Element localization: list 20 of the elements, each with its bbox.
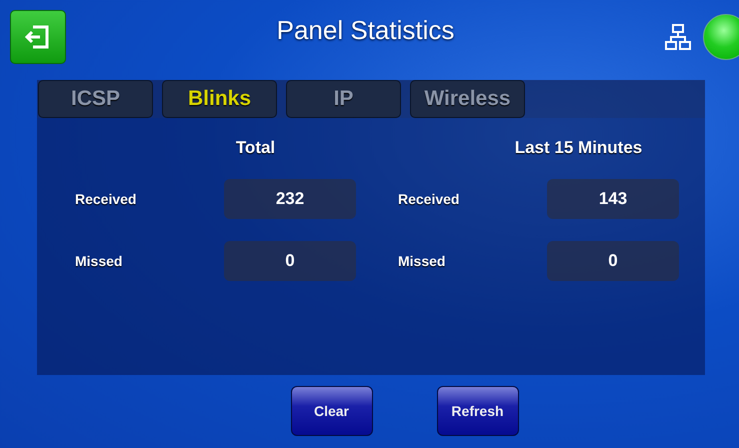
stat-value: 232 bbox=[224, 179, 356, 219]
clear-button[interactable]: Clear bbox=[290, 386, 372, 436]
stat-value: 0 bbox=[547, 241, 679, 281]
stat-value: 0 bbox=[224, 241, 356, 281]
stat-label: Received bbox=[398, 191, 460, 207]
stat-value: 143 bbox=[547, 179, 679, 219]
exit-button[interactable] bbox=[10, 10, 66, 64]
status-light-icon bbox=[703, 14, 739, 60]
page-title: Panel Statistics bbox=[276, 15, 456, 46]
stat-label: Missed bbox=[75, 253, 124, 269]
tab[interactable]: IP bbox=[286, 80, 401, 118]
refresh-button[interactable]: Refresh bbox=[436, 386, 518, 436]
tab[interactable]: ICSP bbox=[38, 80, 153, 118]
stat-label: Received bbox=[75, 191, 138, 207]
column-heading: Last 15 Minutes bbox=[514, 138, 644, 158]
column-heading: Total bbox=[234, 138, 276, 158]
network-icon bbox=[665, 24, 691, 50]
tab[interactable]: Blinks bbox=[162, 80, 277, 118]
stat-label: Missed bbox=[398, 253, 446, 269]
tab[interactable]: Wireless bbox=[410, 80, 525, 118]
